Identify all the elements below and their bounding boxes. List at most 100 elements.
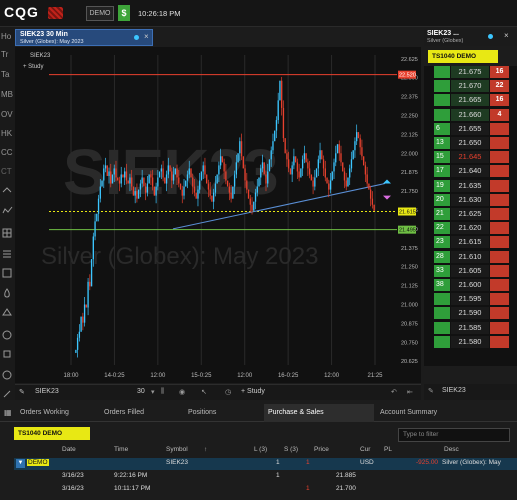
col-time[interactable]: Time [114,446,128,453]
undo-icon[interactable]: ↶ [391,388,397,396]
dom-ask-cell[interactable] [490,122,509,135]
tab-orders-working[interactable]: Orders Working [16,404,100,422]
dom-row[interactable]: 21.660 4 [424,108,517,121]
col-symbol[interactable]: Symbol [166,446,188,453]
dom-ask-cell[interactable] [490,279,509,291]
dom-row[interactable]: 13 21.650 [424,137,517,149]
col-desc[interactable]: Desc [444,446,459,453]
interval-select[interactable]: 30 [137,388,145,395]
dom-ask-cell[interactable] [490,236,509,249]
dom-bid-cell[interactable]: 19 [434,179,450,192]
chevron-down-icon[interactable]: ▾ [151,388,155,396]
col-l[interactable]: L (3) [254,446,267,453]
rail-item-hk[interactable]: HK [0,126,15,142]
eye-icon[interactable]: ◉ [179,388,185,396]
bars-icon[interactable]: ⫼ [161,388,164,396]
link-dot-icon[interactable] [134,35,139,40]
dom-bid-cell[interactable] [434,94,450,107]
dom-row[interactable]: 21.585 [424,321,517,334]
dom-ask-cell[interactable] [490,208,509,220]
table-row[interactable]: 3/16/23 9:22:16 PM 1 21.885 [14,471,517,483]
link-dot-icon[interactable] [488,34,493,39]
dom-bid-cell[interactable] [434,335,450,348]
col-s[interactable]: S (3) [284,446,298,453]
dom-row[interactable]: 21.595 [424,293,517,306]
dom-ask-cell[interactable] [490,151,509,164]
dom-bid-cell[interactable]: 22 [434,222,450,235]
dom-bid-cell[interactable]: 20 [434,193,450,206]
tab-account-summary[interactable]: Account Summary [376,404,466,422]
orders-account-select[interactable]: TS1040 DEMO [14,427,90,440]
dom-ladder[interactable]: 21.675 16 21.670 22 21.665 16 21.660 4 6 21.655 13… [424,66,517,366]
dom-row[interactable]: 21.590 [424,307,517,320]
dom-bid-cell[interactable]: 33 [434,264,450,277]
dom-bid-cell[interactable] [434,66,450,78]
dom-bid-cell[interactable] [434,293,450,306]
dom-bid-cell[interactable] [434,108,450,121]
col-pl[interactable]: PL [384,446,392,453]
dom-ask-cell[interactable]: 4 [490,108,509,121]
pencil-icon[interactable]: ✎ [19,388,25,396]
dom-symbol-input[interactable]: SIEK23 [442,387,466,394]
dom-row[interactable]: 21.670 22 [424,80,517,93]
dom-ask-cell[interactable] [490,293,509,306]
rail-item-cc[interactable]: CC [0,145,15,161]
table-row[interactable]: 3/16/23 10:11:17 PM 1 21.700 [14,484,517,496]
dom-window-tab[interactable]: SIEK23 ... Silver (Globex) × [424,29,517,46]
rail-item-trade[interactable]: Tr [0,47,15,63]
dom-ask-cell[interactable] [490,250,509,263]
dom-ask-cell[interactable] [490,179,509,192]
dom-row[interactable]: 15 21.645 [424,151,517,164]
dom-row[interactable]: 21.675 16 [424,66,517,78]
close-icon[interactable]: × [504,31,509,40]
dom-ask-cell[interactable] [490,137,509,149]
dom-bid-cell[interactable]: 15 [434,151,450,164]
rail-item-ct[interactable]: CT [0,164,15,180]
dom-bid-cell[interactable]: 21 [434,208,450,220]
dom-ask-cell[interactable] [490,335,509,348]
dom-ask-cell[interactable] [490,321,509,334]
dom-row[interactable]: 28 21.610 [424,250,517,263]
dom-ask-cell[interactable]: 16 [490,94,509,107]
dom-row[interactable]: 6 21.655 [424,122,517,135]
chart-symbol-input[interactable]: SIEK23 [35,388,59,395]
chart-bar-study-button[interactable]: + Study [241,388,265,395]
dom-bid-cell[interactable]: 13 [434,137,450,149]
dom-ask-cell[interactable] [490,165,509,178]
col-date[interactable]: Date [62,446,76,453]
dom-row[interactable]: 20 21.630 [424,193,517,206]
rail-item-ta[interactable]: Ta [0,67,15,83]
demo-button[interactable]: DEMO [86,6,114,21]
dom-account-select[interactable]: TS1040 DEMO [428,50,498,63]
dollar-button[interactable]: $ [118,5,130,21]
chart-window-tab[interactable]: SIEK23 30 Min Silver (Globex): May 2023 … [15,29,153,46]
col-price[interactable]: Price [314,446,329,453]
tab-purchase-sales[interactable]: Purchase & Sales [264,404,374,422]
dom-bid-cell[interactable] [434,307,450,320]
dom-bid-cell[interactable]: 28 [434,250,450,263]
pencil-icon[interactable]: ✎ [428,387,434,395]
rail-item-ov[interactable]: OV [0,107,15,123]
dom-row[interactable]: 21.580 [424,335,517,348]
dom-bid-cell[interactable]: 23 [434,236,450,249]
grid-menu-icon[interactable]: ▦ [4,408,12,417]
col-cur[interactable]: Cur [360,446,370,453]
dom-ask-cell[interactable]: 22 [490,80,509,93]
expand-icon[interactable]: ▼ [16,459,25,468]
clock-icon[interactable]: ◷ [225,388,231,396]
dom-row[interactable]: 17 21.640 [424,165,517,178]
back-icon[interactable]: ⇤ [407,388,413,396]
dom-bid-cell[interactable] [434,80,450,93]
rail-item-mb[interactable]: MB [0,87,15,103]
dom-row[interactable]: 22 21.620 [424,222,517,235]
dom-row[interactable]: 21 21.625 [424,208,517,220]
filter-input[interactable]: Type to filter [398,428,510,442]
dom-ask-cell[interactable]: 16 [490,66,509,78]
dom-ask-cell[interactable] [490,193,509,206]
dom-row[interactable]: 21.665 16 [424,94,517,107]
tab-orders-filled[interactable]: Orders Filled [100,404,184,422]
tab-positions[interactable]: Positions [184,404,264,422]
dom-bid-cell[interactable]: 38 [434,279,450,291]
price-chart[interactable]: SIEK23 Silver (Globex): May 2023 18:00 14… [15,47,421,383]
dom-bid-cell[interactable]: 17 [434,165,450,178]
